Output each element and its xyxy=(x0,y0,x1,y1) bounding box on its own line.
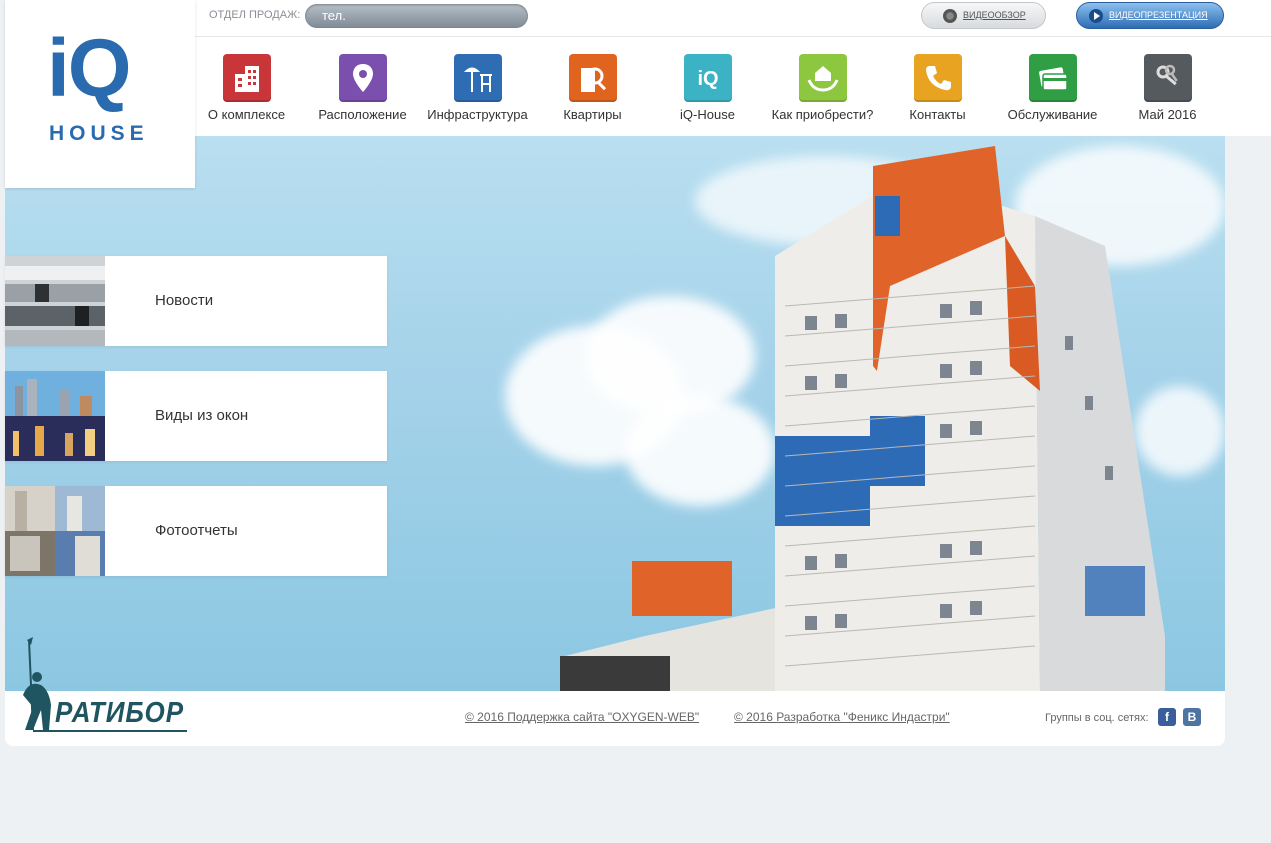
social-groups-label: Группы в соц. сетях: xyxy=(1045,712,1149,724)
window-views-card[interactable]: Виды из окон xyxy=(5,371,387,461)
main-nav: О комплексе Расположение Инфраструктура … xyxy=(195,36,1271,136)
map-pin-icon xyxy=(338,54,387,102)
keys-icon xyxy=(1143,54,1192,102)
vk-icon[interactable]: B xyxy=(1183,708,1201,726)
site-logo[interactable]: iQ HOUSE xyxy=(5,0,195,188)
ratibor-brand-text: РАТИБОР xyxy=(55,695,185,729)
news-card-label: Новости xyxy=(155,292,214,309)
ratibor-logo[interactable]: РАТИБОР xyxy=(19,635,189,735)
nav-item-infrastructure[interactable]: Инфраструктура xyxy=(420,37,535,135)
phone-field[interactable]: тел. xyxy=(305,4,528,28)
svg-text:iQ: iQ xyxy=(697,68,718,90)
video-review-label: ВИДЕООБЗОР xyxy=(963,10,1026,20)
video-review-button[interactable]: ВИДЕООБЗОР xyxy=(921,2,1046,29)
support-link[interactable]: © 2016 Поддержка сайта "OXYGEN-WEB" xyxy=(465,710,699,724)
phone-label: тел. xyxy=(322,8,346,23)
sales-department-label: ОТДЕЛ ПРОДАЖ: xyxy=(209,9,301,21)
construction-photo-thumbnail xyxy=(5,486,105,576)
footer: РАТИБОР © 2016 Поддержка сайта "OXYGEN-W… xyxy=(5,637,1225,746)
iq-logo-icon: iQ xyxy=(683,54,732,102)
logo-iq-text: iQ xyxy=(47,23,132,114)
nav-item-location[interactable]: Расположение xyxy=(305,37,420,135)
card-icon xyxy=(1028,54,1077,102)
search-building-icon xyxy=(568,54,617,102)
nav-label: О комплексе xyxy=(207,107,286,122)
window-views-card-label: Виды из окон xyxy=(155,407,249,424)
news-card[interactable]: Новости xyxy=(5,256,387,346)
nav-item-service[interactable]: Обслуживание xyxy=(995,37,1110,135)
play-icon xyxy=(1089,9,1103,23)
video-presentation-button[interactable]: ВИДЕОПРЕЗЕНТАЦИЯ xyxy=(1076,2,1224,29)
nav-item-how-to-buy[interactable]: Как приобрести? xyxy=(765,37,880,135)
developer-link[interactable]: © 2016 Разработка "Феникс Индастри" xyxy=(734,710,950,724)
nav-item-may-2016[interactable]: Май 2016 xyxy=(1110,37,1225,135)
pipes-thumbnail xyxy=(5,256,105,346)
logo-house-text: HOUSE xyxy=(49,122,149,145)
photo-reports-card[interactable]: Фотоотчеты xyxy=(5,486,387,576)
film-reel-icon xyxy=(943,9,957,23)
building-icon xyxy=(222,54,271,102)
photo-reports-card-label: Фотоотчеты xyxy=(155,522,238,539)
city-view-thumbnail xyxy=(5,371,105,461)
nav-item-about[interactable]: О комплексе xyxy=(189,37,304,135)
nav-item-iq-house[interactable]: iQ iQ-House xyxy=(650,37,765,135)
nav-item-contacts[interactable]: Контакты xyxy=(880,37,995,135)
nav-label: Май 2016 xyxy=(1138,107,1197,122)
video-presentation-label: ВИДЕОПРЕЗЕНТАЦИЯ xyxy=(1109,10,1208,20)
phone-icon xyxy=(913,54,962,102)
top-bar: ОТДЕЛ ПРОДАЖ: тел. ВИДЕООБЗОР ВИДЕОПРЕЗЕ… xyxy=(195,0,1271,36)
nav-item-apartments[interactable]: Квартиры xyxy=(535,37,650,135)
house-hands-icon xyxy=(798,54,847,102)
facebook-icon[interactable]: f xyxy=(1158,708,1176,726)
playground-icon xyxy=(453,54,502,102)
